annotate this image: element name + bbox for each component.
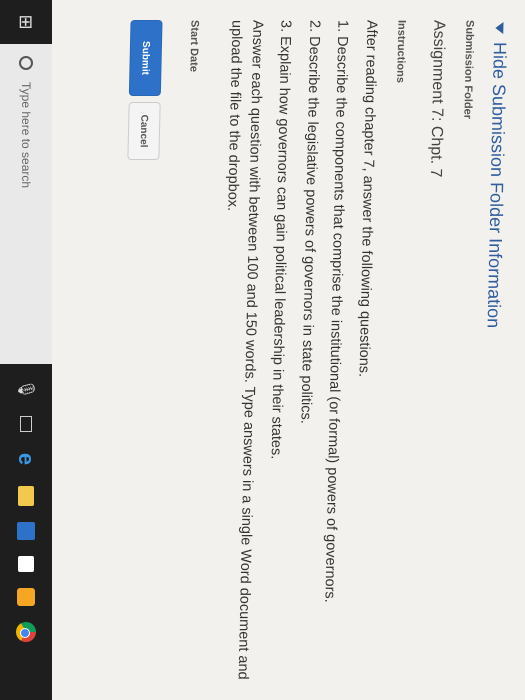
taskbar-search-input[interactable]: Type here to search — [0, 44, 52, 364]
drive-icon[interactable] — [17, 588, 35, 606]
submission-panel: Hide Submission Folder Information Submi… — [39, 0, 525, 700]
store-icon[interactable] — [17, 522, 35, 540]
action-buttons: Submit Cancel — [115, 20, 163, 682]
windows-icon[interactable]: ⊞ — [0, 0, 52, 44]
hide-folder-info-label: Hide Submission Folder Information — [483, 42, 511, 329]
instructions-closing: Answer each question with between 100 an… — [224, 20, 266, 680]
submit-button[interactable]: Submit — [128, 20, 163, 96]
cancel-button[interactable]: Cancel — [126, 102, 161, 160]
cortana-icon — [19, 56, 33, 70]
hide-folder-info-link[interactable]: Hide Submission Folder Information — [475, 22, 511, 682]
screen: Hide Submission Folder Information Submi… — [0, 0, 525, 700]
search-placeholder: Type here to search — [19, 82, 33, 189]
edge-icon[interactable]: e — [14, 448, 39, 470]
instructions-intro: After reading chapter 7, answer the foll… — [355, 20, 380, 378]
chrome-icon[interactable] — [16, 622, 36, 642]
mic-icon[interactable]: 🎙 — [15, 378, 37, 400]
instructions-label: Instructions — [394, 20, 408, 83]
taskbar: ⊞ Type here to search 🎙 e — [0, 0, 52, 700]
taskbar-icons: 🎙 e — [14, 378, 39, 642]
caret-down-icon — [495, 22, 505, 34]
file-explorer-icon[interactable] — [18, 486, 34, 506]
submission-folder-label: Submission Folder — [461, 20, 476, 120]
app-icon[interactable] — [18, 556, 34, 572]
instructions-body: After reading chapter 7, answer the foll… — [211, 20, 381, 682]
start-date-label: Start Date — [186, 20, 201, 72]
folder-name: Assignment 7: Chpt. 7 — [426, 20, 448, 178]
task-view-icon[interactable] — [20, 416, 32, 432]
